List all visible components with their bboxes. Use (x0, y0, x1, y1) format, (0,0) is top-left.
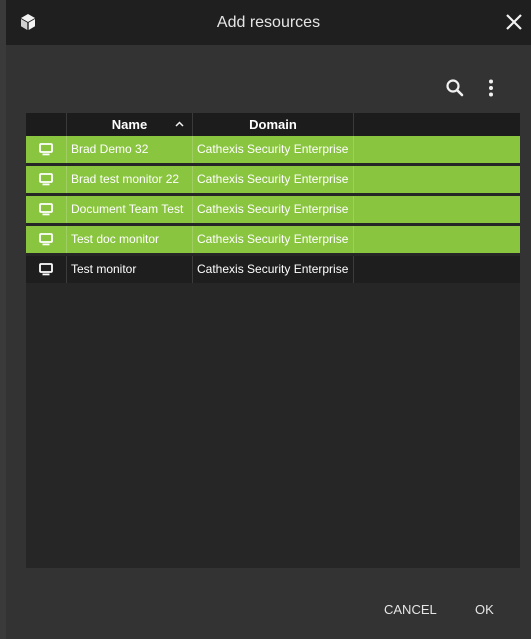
row-name: Document Team Test (67, 196, 193, 223)
more-vertical-icon[interactable] (479, 76, 503, 100)
close-icon[interactable] (501, 9, 527, 35)
column-header-name-label: Name (111, 117, 148, 132)
table-row[interactable]: Document Team Test Cathexis Security Ent… (26, 196, 520, 223)
row-icon-cell (26, 136, 67, 163)
row-domain: Cathexis Security Enterprise (193, 196, 354, 223)
sort-ascending-icon (175, 121, 184, 127)
row-icon-cell (26, 256, 67, 283)
row-icon-cell (26, 166, 67, 193)
row-name: Brad Demo 32 (67, 136, 193, 163)
dialog-title: Add resources (216, 14, 321, 31)
monitor-icon (39, 263, 53, 276)
column-header-filler (354, 113, 520, 136)
ok-button[interactable]: OK (475, 600, 494, 620)
table-row[interactable]: Test monitor Cathexis Security Enterpris… (26, 256, 520, 283)
table-header: Name Domain (26, 113, 520, 136)
row-name: Test doc monitor (67, 226, 193, 253)
table-row[interactable]: Test doc monitor Cathexis Security Enter… (26, 226, 520, 253)
row-icon-cell (26, 226, 67, 253)
search-icon[interactable] (443, 76, 467, 100)
row-name: Test monitor (67, 256, 193, 283)
row-icon-cell (26, 196, 67, 223)
monitor-icon (39, 203, 53, 216)
resources-table: Name Domain Brad Demo 32 Cathexis Securi… (26, 113, 520, 568)
monitor-icon (39, 143, 53, 156)
row-domain: Cathexis Security Enterprise (193, 226, 354, 253)
row-name: Brad test monitor 22 (67, 166, 193, 193)
monitor-icon (39, 173, 53, 186)
table-row[interactable]: Brad test monitor 22 Cathexis Security E… (26, 166, 520, 193)
cancel-button[interactable]: CANCEL (384, 600, 437, 620)
row-domain: Cathexis Security Enterprise (193, 136, 354, 163)
add-resources-dialog: Add resources Name Domain Brad Demo 32 C… (6, 0, 531, 639)
column-header-icon (26, 113, 67, 136)
row-domain: Cathexis Security Enterprise (193, 256, 354, 283)
monitor-icon (39, 233, 53, 246)
column-header-domain-label: Domain (249, 117, 297, 132)
column-header-name[interactable]: Name (67, 113, 193, 136)
dialog-titlebar: Add resources (6, 0, 531, 45)
row-domain: Cathexis Security Enterprise (193, 166, 354, 193)
table-row[interactable]: Brad Demo 32 Cathexis Security Enterpris… (26, 136, 520, 163)
column-header-domain[interactable]: Domain (193, 113, 354, 136)
